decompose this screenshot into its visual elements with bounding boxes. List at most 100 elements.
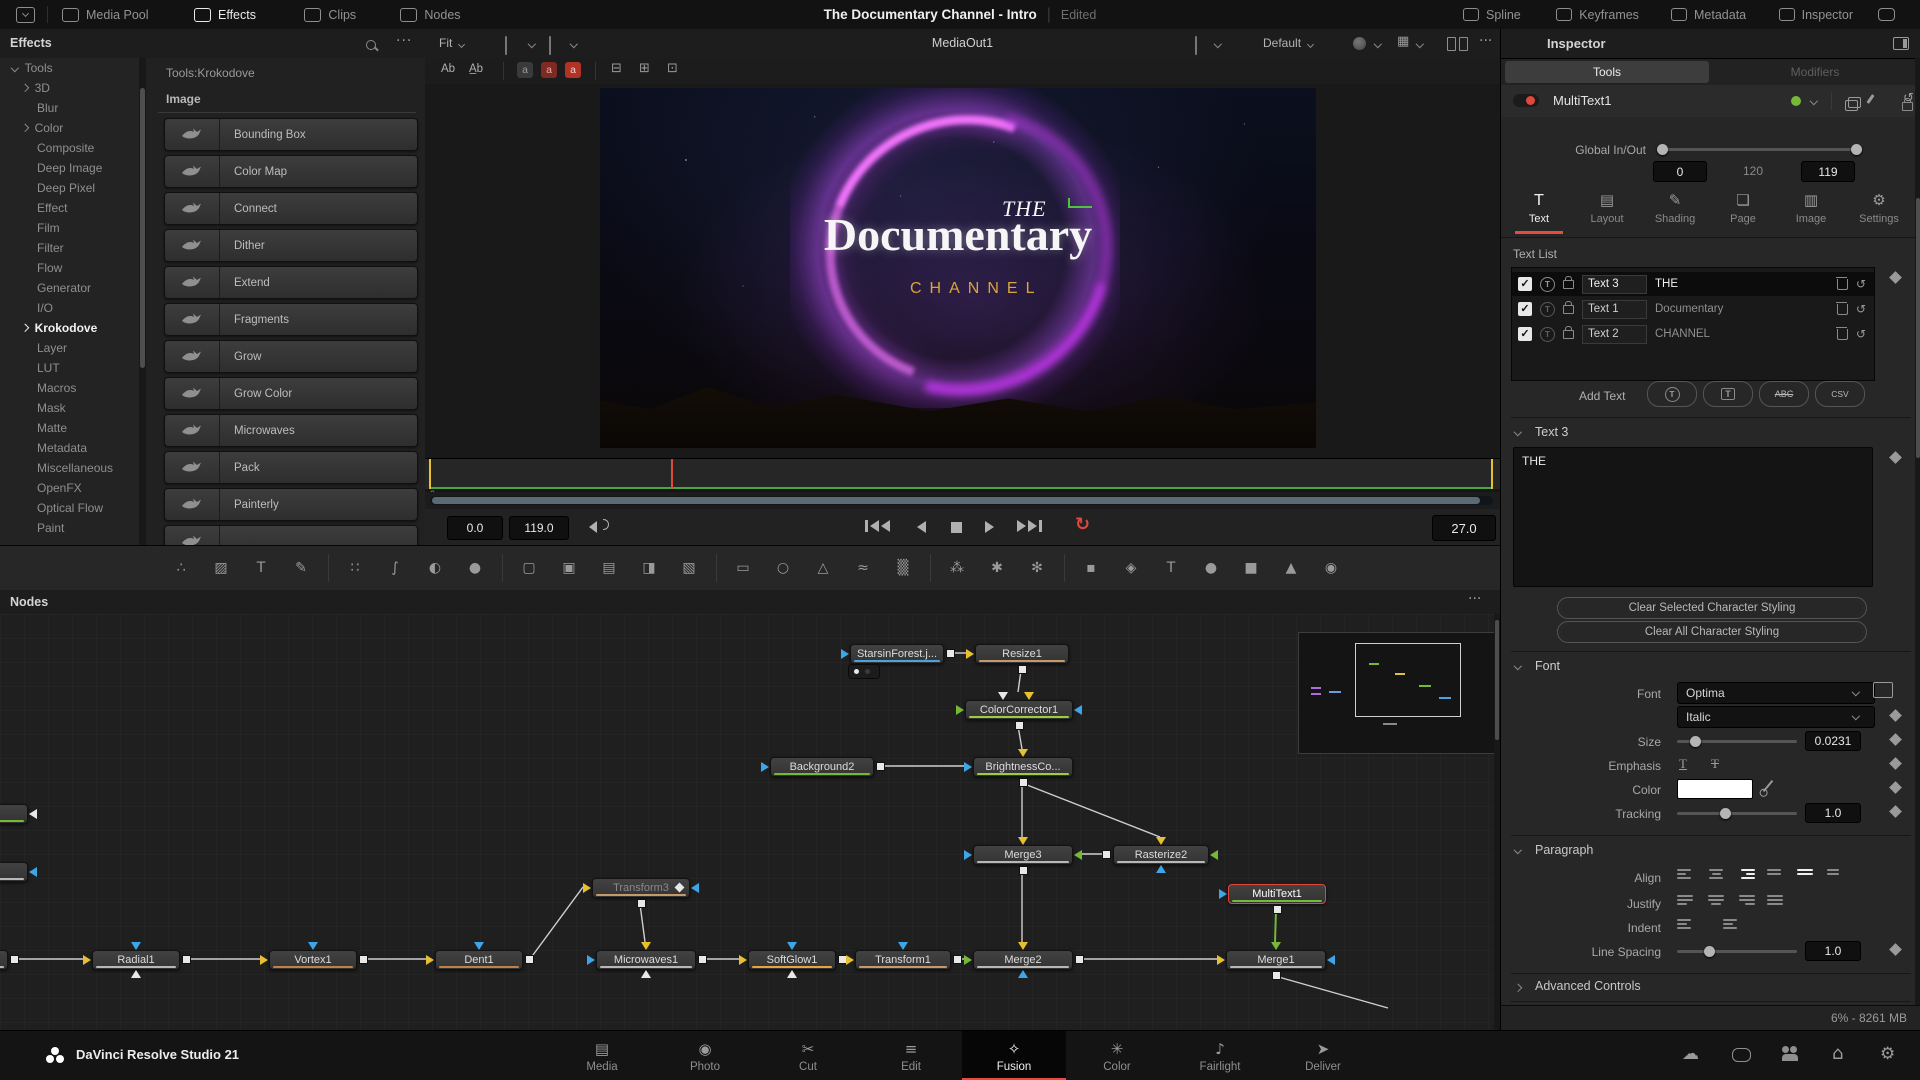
input-port[interactable]	[587, 955, 595, 965]
cube-3d-tool-icon[interactable]: ■	[1238, 555, 1264, 581]
effects-tree-scrollbar[interactable]	[139, 58, 146, 545]
justify-last-center-button[interactable]	[1707, 895, 1725, 905]
viewer-stage[interactable]: THE Documentary CHANNEL	[425, 84, 1500, 458]
inspector-scrollbar[interactable]	[1915, 58, 1920, 1005]
chat-button[interactable]	[1878, 0, 1895, 29]
input-port[interactable]	[1018, 942, 1028, 950]
tracking-keyframe-diamond[interactable]	[1889, 805, 1902, 818]
output-port[interactable]	[1015, 721, 1024, 730]
tab-modifiers[interactable]: Modifiers	[1713, 61, 1917, 83]
color-corrector-tool-icon[interactable]: ◨	[636, 555, 662, 581]
effect-item-connect[interactable]: Connect	[164, 192, 418, 225]
align-left-button[interactable]	[1677, 869, 1695, 879]
step-back-button[interactable]	[917, 520, 926, 538]
lock-icon[interactable]	[1563, 280, 1574, 289]
range-in-field[interactable]: 0.0	[447, 516, 503, 540]
input-port[interactable]	[426, 955, 434, 965]
effect-item-fragments[interactable]: Fragments	[164, 303, 418, 336]
font-family-dropdown[interactable]: Optima	[1677, 682, 1875, 704]
tracking-field[interactable]: 1.0	[1805, 803, 1861, 823]
input-port[interactable]	[1156, 865, 1166, 873]
text-style-icon[interactable]: T	[1540, 277, 1555, 292]
nav-item-clips[interactable]: Clips	[304, 0, 356, 29]
node-minimap[interactable]	[1298, 632, 1496, 754]
font-collapse-icon[interactable]	[1514, 662, 1522, 670]
tab-settings[interactable]: ⚙Settings	[1847, 191, 1911, 225]
node-color-dot[interactable]	[1791, 96, 1801, 106]
input-port[interactable]	[131, 942, 141, 950]
text3-textarea[interactable]: THE	[1513, 447, 1873, 587]
output-port[interactable]	[1018, 665, 1027, 674]
fastnoise-tool-icon[interactable]: ∴	[168, 555, 194, 581]
chevron-right-icon[interactable]	[21, 124, 29, 132]
minimap-viewport[interactable]	[1355, 643, 1461, 717]
node-connection[interactable]	[1275, 910, 1276, 942]
range-out-field[interactable]: 119.0	[509, 516, 569, 540]
effect-item-dither[interactable]: Dither	[164, 229, 418, 262]
size-keyframe-diamond[interactable]	[1889, 733, 1902, 746]
tab-shading[interactable]: ✎Shading	[1643, 191, 1707, 225]
tree-item-film[interactable]: Film	[0, 218, 139, 238]
visibility-checkbox[interactable]: ✓	[1518, 302, 1532, 316]
advanced-collapse-icon[interactable]	[1514, 984, 1522, 992]
settings-gear-icon[interactable]: ⚙	[1880, 1044, 1895, 1064]
home-icon[interactable]: ⌂	[1832, 1043, 1843, 1064]
text-item-value[interactable]: CHANNEL	[1655, 328, 1829, 340]
advanced-controls-header[interactable]: Advanced Controls	[1535, 979, 1641, 993]
effect-item-grow[interactable]: Grow	[164, 340, 418, 373]
char-style-a2-icon[interactable]: a	[541, 62, 557, 78]
input-port[interactable]	[1217, 955, 1225, 965]
text-style-icon[interactable]: T	[1540, 327, 1555, 342]
delete-text-icon[interactable]	[1837, 279, 1848, 290]
reset-icon[interactable]: ↺	[1903, 91, 1914, 106]
visibility-checkbox[interactable]: ✓	[1518, 277, 1532, 291]
node-merge2[interactable]: Merge2	[973, 950, 1073, 970]
chevron-right-icon[interactable]	[21, 324, 29, 332]
tree-item-deep-pixel[interactable]: Deep Pixel	[0, 178, 139, 198]
output-port[interactable]	[1075, 955, 1084, 964]
prender-tool-icon[interactable]: ✻	[1024, 555, 1050, 581]
input-port[interactable]	[739, 955, 747, 965]
char-style-a3-icon[interactable]: a	[565, 62, 581, 78]
grain-tool-icon[interactable]: ∷	[342, 555, 368, 581]
text-style-icon[interactable]: T	[1540, 302, 1555, 317]
text3-collapse-icon[interactable]	[1514, 428, 1522, 436]
tree-item-paint[interactable]: Paint	[0, 518, 139, 538]
justify-last-right-button[interactable]	[1737, 895, 1755, 905]
nav-item-nodes[interactable]: Nodes	[400, 0, 460, 29]
node-resize1[interactable]: Resize1	[975, 644, 1069, 664]
node-stub3[interactable]	[0, 950, 8, 970]
tracking-slider[interactable]	[1677, 812, 1797, 815]
input-port[interactable]	[131, 970, 141, 978]
effects-menu-icon[interactable]: ···	[396, 33, 412, 49]
output-port[interactable]	[525, 955, 534, 964]
node-connection[interactable]	[1275, 976, 1388, 1008]
effect-item-extend[interactable]: Extend	[164, 266, 418, 299]
input-port[interactable]	[1156, 837, 1166, 845]
text-item-value[interactable]: THE	[1655, 278, 1829, 290]
current-frame-field[interactable]: 27.0	[1432, 515, 1496, 541]
eyedropper-icon[interactable]	[1763, 780, 1774, 792]
node-stub1[interactable]	[0, 804, 28, 824]
input-port[interactable]	[29, 809, 37, 819]
input-port[interactable]	[964, 850, 972, 860]
clear-selected-styling-button[interactable]: Clear Selected Character Styling	[1557, 597, 1867, 619]
node-merge1[interactable]: Merge1	[1226, 950, 1326, 970]
line-spacing-field[interactable]: 1.0	[1805, 941, 1861, 961]
text-3d-tool-icon[interactable]: T	[1158, 555, 1184, 581]
nav-item-media-pool[interactable]: Media Pool	[62, 0, 149, 29]
emphasis-keyframe-diamond[interactable]	[1889, 757, 1902, 770]
effect-item-partial[interactable]	[164, 525, 418, 545]
input-port[interactable]	[1074, 705, 1082, 715]
input-port[interactable]	[691, 883, 699, 893]
paint-tool-icon[interactable]: ✎	[288, 555, 314, 581]
page-photo[interactable]: ◉Photo	[653, 1031, 757, 1080]
ellipse-mask-tool-icon[interactable]: ○	[770, 555, 796, 581]
reset-text-icon[interactable]: ↺	[1856, 327, 1866, 341]
nav-item-inspector[interactable]: Inspector	[1779, 0, 1853, 29]
tab-text[interactable]: TText	[1507, 191, 1571, 225]
output-port[interactable]	[698, 955, 707, 964]
tree-item-i-o[interactable]: I/O	[0, 298, 139, 318]
input-port[interactable]	[787, 970, 797, 978]
loader-tool-icon[interactable]: ▢	[516, 555, 542, 581]
